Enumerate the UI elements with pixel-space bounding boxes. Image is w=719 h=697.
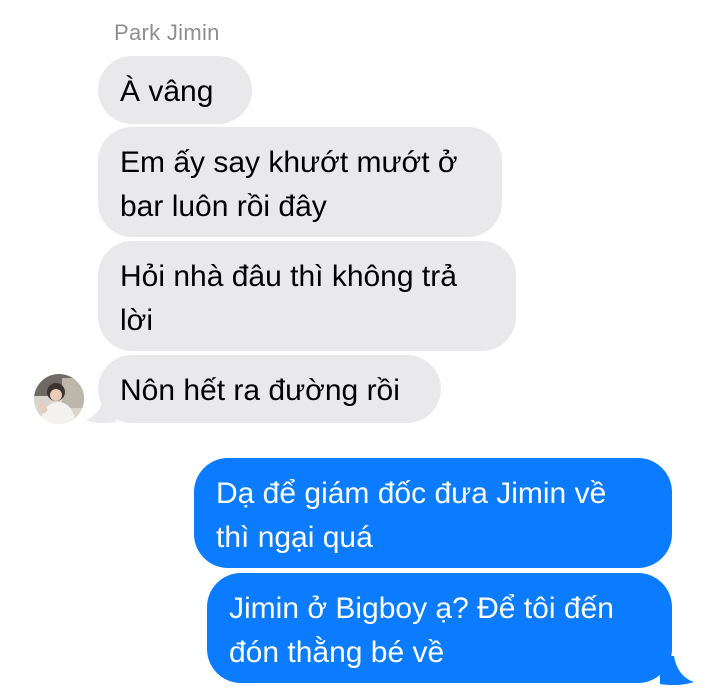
message-text: lời [120,304,154,337]
sender-name: Park Jimin [114,20,220,45]
message-text: Nôn hết ra đường rồi [120,374,400,407]
incoming-message-bubble[interactable]: Em ấy say khướt mướt ở bar luôn rồi đây [98,127,502,237]
avatar-photo-icon [34,374,84,424]
message-text: Em ấy say khướt mướt ở [120,146,458,179]
message-text: bar luôn rồi đây [120,190,327,223]
message-text: Hỏi nhà đâu thì không trả [120,260,457,293]
incoming-message-bubble[interactable]: À vâng [98,56,252,124]
incoming-message-bubble[interactable]: Nôn hết ra đường rồi [98,355,441,423]
message-text: À vâng [120,75,214,108]
outgoing-message-bubble[interactable]: Dạ để giám đốc đưa Jimin về thì ngại quá [194,458,672,568]
message-text: đón thằng bé về [229,636,445,669]
message-text: Jimin ở Bigboy ạ? Để tôi đến [229,592,614,625]
contact-avatar-icon[interactable] [34,374,84,424]
message-text: thì ngại quá [216,521,373,554]
message-text: Dạ để giám đốc đưa Jimin về [216,477,607,510]
outgoing-message-bubble[interactable]: Jimin ở Bigboy ạ? Để tôi đến đón thằng b… [207,573,672,683]
incoming-message-bubble[interactable]: Hỏi nhà đâu thì không trả lời [98,241,516,351]
